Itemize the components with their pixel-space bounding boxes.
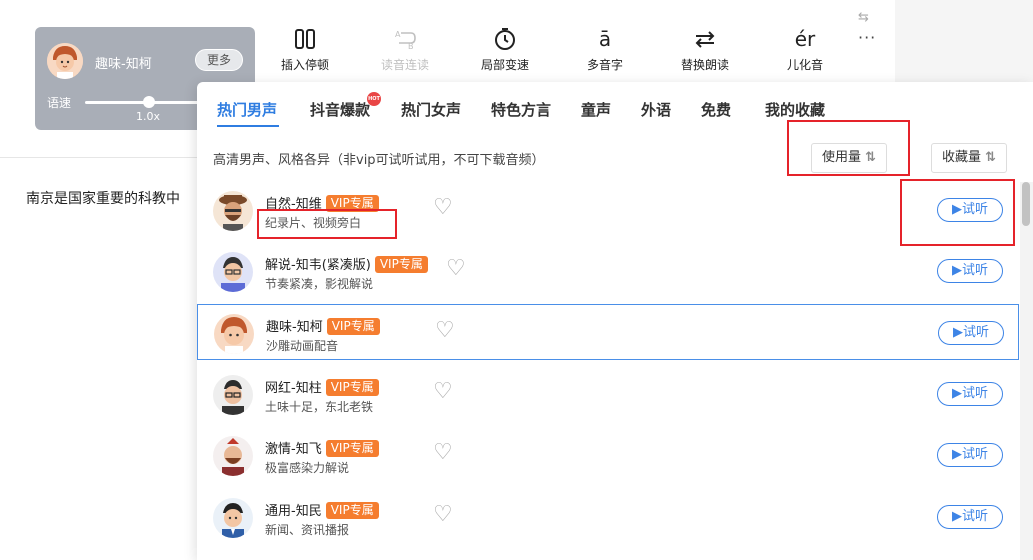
document-text[interactable]: 南京是国家重要的科教中 xyxy=(26,188,180,208)
active-tab-underline xyxy=(217,125,279,127)
favorite-heart-icon[interactable]: ♡ xyxy=(433,442,453,464)
voice-description: 沙雕动画配音 xyxy=(266,339,339,353)
insert-pause-label: 插入停顿 xyxy=(280,58,329,72)
voice-avatar xyxy=(213,436,253,476)
toggle-arrows-icon[interactable]: ⇆ xyxy=(858,10,869,25)
polyphone-label: 多音字 xyxy=(586,58,623,72)
voice-avatar xyxy=(47,43,83,79)
tab-hot-female[interactable]: 热门女声 xyxy=(401,99,461,120)
try-listen-button[interactable]: ▶试听 xyxy=(937,259,1003,283)
link-reading-label: 读音连读 xyxy=(380,58,429,72)
try-listen-button[interactable]: ▶试听 xyxy=(937,505,1003,529)
voice-name: 自然-知维 VIP专属 xyxy=(265,193,379,212)
category-description: 高清男声、风格各异（非vip可试听试用，不可下载音频） xyxy=(213,153,545,168)
sort-icon: ⇅ xyxy=(985,150,996,165)
try-listen-button[interactable]: ▶试听 xyxy=(937,382,1003,406)
voice-row[interactable]: 通用-知民 VIP专属 新闻、资讯播报 ♡ ▶试听 xyxy=(197,489,1019,545)
tab-foreign[interactable]: 外语 xyxy=(641,99,671,120)
current-voice-name: 趣味-知柯 xyxy=(95,57,152,72)
sort-by-favorites-button[interactable]: 收藏量 ⇅ xyxy=(931,143,1007,173)
tab-dialects[interactable]: 特色方言 xyxy=(491,99,551,120)
local-speed-button[interactable]: 局部变速 xyxy=(465,26,545,73)
sort-usage-label: 使用量 xyxy=(822,150,862,165)
insert-pause-button[interactable]: 插入停顿 xyxy=(265,26,345,73)
voice-row-selected[interactable]: 趣味-知柯 VIP专属 沙雕动画配音 ♡ ▶试听 xyxy=(197,304,1019,360)
svg-text:B: B xyxy=(408,42,414,50)
voice-selector-dropdown: 热门男声 抖音爆款 HOT 热门女声 特色方言 童声 外语 免费 我的收藏 高清… xyxy=(197,82,1033,560)
sort-icon: ⇅ xyxy=(865,150,876,165)
voice-row[interactable]: 解说-知韦(紧凑版) VIP专属 节奏紧凑，影视解说 ♡ ▶试听 xyxy=(197,243,1019,299)
try-listen-button[interactable]: ▶试听 xyxy=(938,321,1004,345)
voice-description: 新闻、资讯播报 xyxy=(265,523,350,537)
voice-avatar xyxy=(213,498,253,538)
try-listen-button[interactable]: ▶试听 xyxy=(937,198,1003,222)
voice-name: 通用-知民 VIP专属 xyxy=(265,500,379,519)
tab-douyin-hits[interactable]: 抖音爆款 xyxy=(310,99,370,120)
more-voices-button[interactable]: 更多 xyxy=(195,49,243,71)
link-reading-button[interactable]: AB 读音连读 xyxy=(365,26,445,73)
voice-name: 解说-知韦(紧凑版) VIP专属 xyxy=(265,254,428,273)
voice-description: 节奏紧凑，影视解说 xyxy=(265,277,374,291)
scrollbar-thumb[interactable] xyxy=(1022,182,1030,226)
er-sound-label: 儿化音 xyxy=(786,58,823,72)
voice-avatar xyxy=(214,314,254,354)
speed-value: 1.0x xyxy=(136,110,161,123)
voice-name: 趣味-知柯 VIP专属 xyxy=(266,316,380,335)
polyphone-icon: ā xyxy=(598,27,612,51)
voice-description: 土味十足，东北老铁 xyxy=(265,400,374,414)
favorite-heart-icon[interactable]: ♡ xyxy=(446,258,466,280)
more-options-icon[interactable]: ··· xyxy=(858,28,876,47)
voice-avatar xyxy=(213,252,253,292)
polyphone-button[interactable]: ā 多音字 xyxy=(565,26,645,73)
voice-description: 纪录片、视频旁白 xyxy=(265,216,362,230)
voice-row[interactable]: 激情-知飞 VIP专属 极富感染力解说 ♡ ▶试听 xyxy=(197,427,1019,483)
tab-hot-male[interactable]: 热门男声 xyxy=(217,99,277,120)
vip-badge: VIP专属 xyxy=(325,379,379,396)
vip-badge: VIP专属 xyxy=(325,195,379,212)
hot-badge: HOT xyxy=(367,92,381,106)
voice-row[interactable]: 自然-知维 VIP专属 纪录片、视频旁白 ♡ ▶试听 xyxy=(197,182,1019,238)
favorite-heart-icon[interactable]: ♡ xyxy=(433,197,453,219)
er-sound-button[interactable]: ér 儿化音 xyxy=(765,26,845,73)
favorite-heart-icon[interactable]: ♡ xyxy=(435,320,455,342)
tab-free[interactable]: 免费 xyxy=(701,99,731,120)
pause-icon xyxy=(265,26,345,52)
vip-badge: VIP专属 xyxy=(326,318,380,335)
try-listen-button[interactable]: ▶试听 xyxy=(937,443,1003,467)
local-speed-label: 局部变速 xyxy=(480,58,529,72)
replace-reading-button[interactable]: 替换朗读 xyxy=(665,26,745,73)
sort-by-usage-button[interactable]: 使用量 ⇅ xyxy=(811,143,887,173)
scrollbar[interactable] xyxy=(1020,182,1033,560)
vip-badge: VIP专属 xyxy=(325,440,379,457)
link-reading-icon: AB xyxy=(365,26,445,52)
voice-name: 网红-知柱 VIP专属 xyxy=(265,377,379,396)
voice-description: 极富感染力解说 xyxy=(265,461,350,475)
sort-favorites-label: 收藏量 xyxy=(942,150,982,165)
vip-badge: VIP专属 xyxy=(374,256,428,273)
voice-category-tabs: 热门男声 抖音爆款 HOT 热门女声 特色方言 童声 外语 免费 我的收藏 xyxy=(197,82,1033,127)
favorite-heart-icon[interactable]: ♡ xyxy=(433,504,453,526)
speed-slider-thumb[interactable] xyxy=(143,96,155,108)
timer-icon xyxy=(465,26,545,52)
er-icon: ér xyxy=(794,27,816,51)
favorite-heart-icon[interactable]: ♡ xyxy=(433,381,453,403)
tab-favorites[interactable]: 我的收藏 xyxy=(765,99,825,120)
voice-avatar xyxy=(213,375,253,415)
voice-avatar xyxy=(213,191,253,231)
vip-badge: VIP专属 xyxy=(325,502,379,519)
replace-reading-label: 替换朗读 xyxy=(680,58,729,72)
tab-child-voice[interactable]: 童声 xyxy=(581,99,611,120)
voice-row[interactable]: 网红-知柱 VIP专属 土味十足，东北老铁 ♡ ▶试听 xyxy=(197,366,1019,422)
speed-label: 语速 xyxy=(47,96,72,110)
svg-text:A: A xyxy=(395,30,401,39)
voice-name: 激情-知飞 VIP专属 xyxy=(265,438,379,457)
swap-icon xyxy=(665,26,745,52)
